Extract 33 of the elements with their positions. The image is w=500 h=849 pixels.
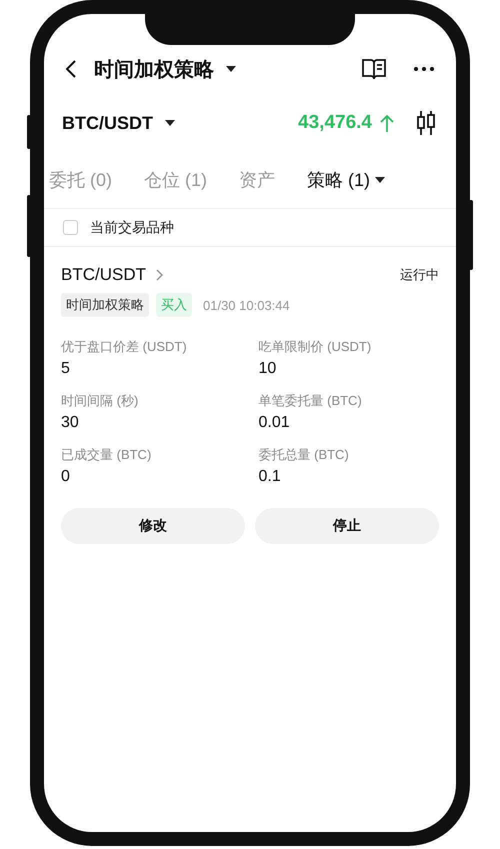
field-value: 0.01 [258, 414, 291, 432]
field-label: 单笔委托量 (BTC) [258, 392, 363, 410]
field-value: 30 [61, 414, 80, 432]
field-label: 已成交量 (BTC) [61, 446, 152, 464]
tag: 时间加权策略 [61, 293, 149, 317]
action-button[interactable]: 修改 [61, 508, 245, 544]
checkbox-label: 当前交易品种 [90, 218, 174, 236]
field-value: 10 [258, 360, 278, 378]
tag: 买入 [156, 293, 192, 317]
action-button[interactable]: 停止 [255, 508, 439, 544]
field-label: 吃单限制价 (USDT) [258, 338, 372, 356]
page-title: 时间加权策略 [94, 58, 214, 82]
field-label: 时间间隔 (秒) [61, 392, 140, 410]
field-label: 优于盘口价差 (USDT) [61, 338, 188, 356]
more-icon[interactable] [414, 67, 434, 71]
back-icon[interactable] [66, 60, 76, 78]
trading-pair[interactable]: BTC/USDT [62, 112, 153, 134]
caret-icon [165, 120, 175, 126]
caret-icon [375, 177, 385, 183]
chevron-icon[interactable] [156, 269, 163, 281]
status-text: 运行中 [400, 266, 439, 284]
tab[interactable]: 策略 (1) [307, 168, 385, 192]
candlestick-icon[interactable] [416, 111, 436, 135]
price-text: 43,476.4 [298, 112, 372, 134]
timestamp: 01/30 10:03:44 [203, 298, 290, 312]
strategy-pair[interactable]: BTC/USDT [61, 265, 146, 285]
caret-icon [226, 66, 236, 72]
book-icon[interactable] [362, 58, 386, 80]
field-label: 委托总量 (BTC) [258, 446, 350, 464]
field-value: 0 [61, 468, 71, 486]
field-value: 0.1 [258, 468, 282, 486]
field-value: 5 [61, 360, 71, 378]
checkbox[interactable] [63, 220, 78, 235]
